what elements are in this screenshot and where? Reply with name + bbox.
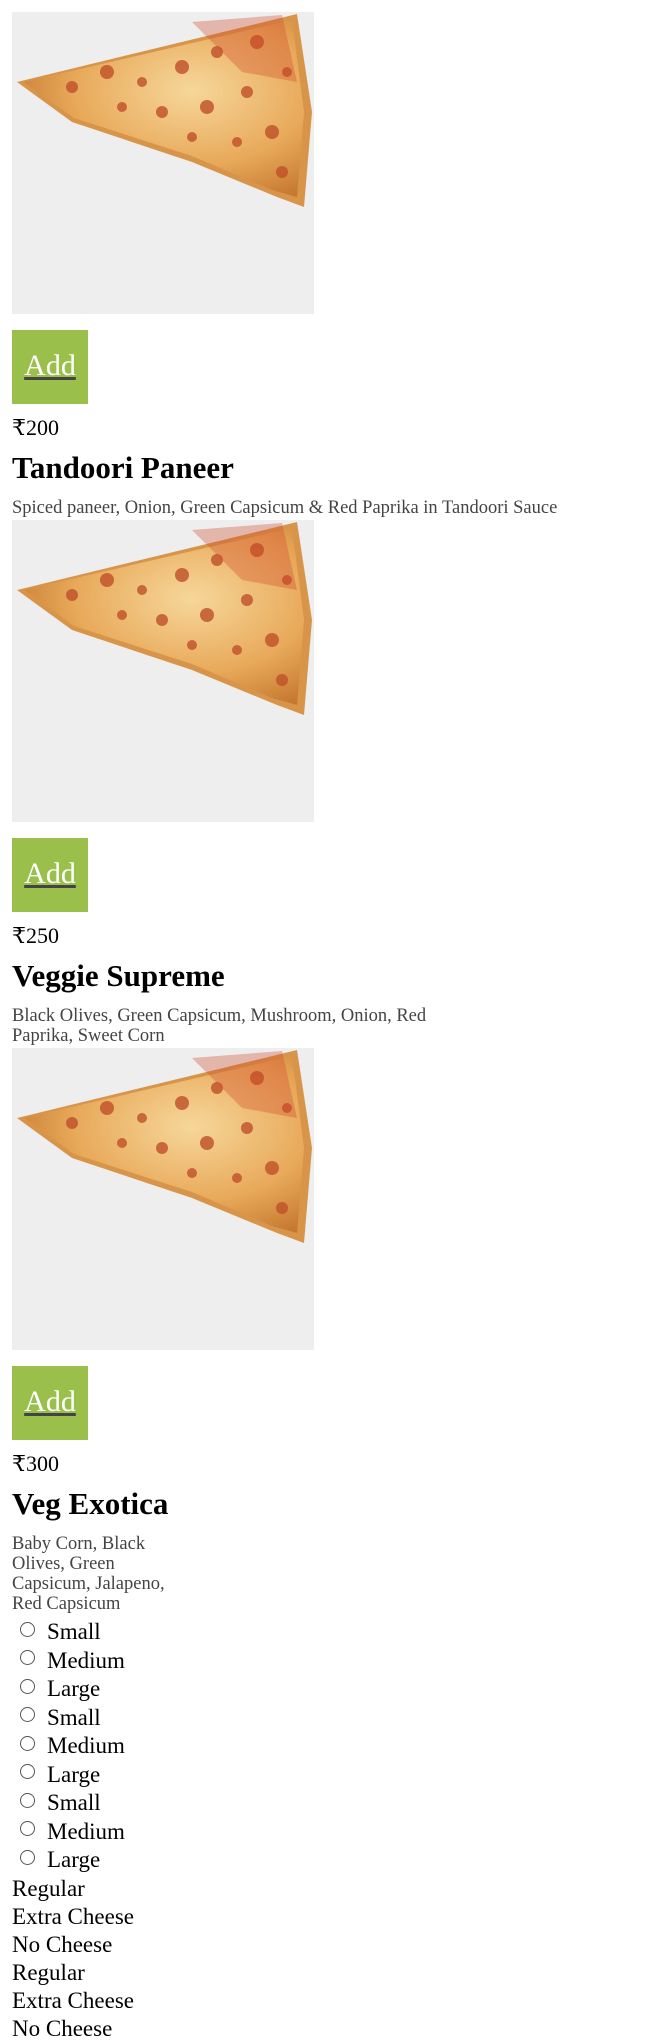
menu-item: Add ₹250 Veggie Supreme Black Olives, Gr… [12,838,632,1350]
radio-button[interactable] [20,1735,35,1751]
radio-button[interactable] [20,1650,35,1666]
cheese-option[interactable]: Regular [12,1875,632,1903]
menu-item: Add ₹300 Veg Exotica Baby Corn, Black Ol… [12,1366,632,1614]
radio-button[interactable] [20,1678,35,1694]
size-option[interactable]: Small [12,1618,632,1647]
radio-button[interactable] [20,1764,35,1780]
size-label: Small [47,1704,101,1730]
size-label: Large [47,1761,101,1787]
size-label: Medium [47,1647,125,1673]
price: ₹250 [12,923,59,948]
menu-list: Add ₹200 Tandoori Paneer Spiced paneer, … [12,12,632,2043]
pizza-image [12,1048,314,1350]
size-option[interactable]: Medium [12,1647,632,1676]
size-option[interactable]: Large [12,1761,632,1790]
item-description: Baby Corn, Black Olives, Green Capsicum,… [12,1534,165,1614]
cheese-option[interactable]: No Cheese [12,1931,632,1959]
add-button[interactable]: Add [12,838,88,912]
price: ₹300 [12,1451,59,1476]
size-option[interactable]: Medium [12,1818,632,1847]
size-option[interactable]: Medium [12,1732,632,1761]
size-label: Medium [47,1733,125,1759]
size-option[interactable]: Small [12,1704,632,1733]
pizza-image [12,12,314,314]
pizza-image [12,520,314,822]
radio-button[interactable] [20,1707,35,1723]
radio-button[interactable] [20,1821,35,1837]
cheese-options: Regular Extra Cheese No Cheese Regular E… [12,1875,632,2043]
item-title: Veg Exotica [12,1486,169,1521]
cheese-option[interactable]: No Cheese [12,2015,632,2043]
menu-item: Add ₹200 Tandoori Paneer Spiced paneer, … [12,330,632,822]
radio-button[interactable] [20,1792,35,1808]
menu-item [12,12,632,314]
radio-button[interactable] [20,1621,35,1637]
size-label: Large [47,1847,101,1873]
price: ₹200 [12,415,59,440]
radio-button[interactable] [20,1849,35,1865]
add-button[interactable]: Add [12,1366,88,1440]
item-title: Veggie Supreme [12,958,225,993]
cheese-option[interactable]: Regular [12,1959,632,1987]
cheese-option[interactable]: Extra Cheese [12,1903,632,1931]
item-description: Black Olives, Green Capsicum, Mushroom, … [12,1006,427,1046]
cheese-option[interactable]: Extra Cheese [12,1987,632,2015]
size-label: Small [47,1619,101,1645]
size-option[interactable]: Large [12,1846,632,1875]
size-option[interactable]: Small [12,1789,632,1818]
size-label: Small [47,1790,101,1816]
size-options: Small Medium Large Small Medium Large Sm… [12,1618,632,1875]
add-button[interactable]: Add [12,330,88,404]
item-description: Spiced paneer, Onion, Green Capsicum & R… [12,498,558,518]
size-label: Large [47,1676,101,1702]
size-label: Medium [47,1818,125,1844]
item-title: Tandoori Paneer [12,450,234,485]
size-option[interactable]: Large [12,1675,632,1704]
